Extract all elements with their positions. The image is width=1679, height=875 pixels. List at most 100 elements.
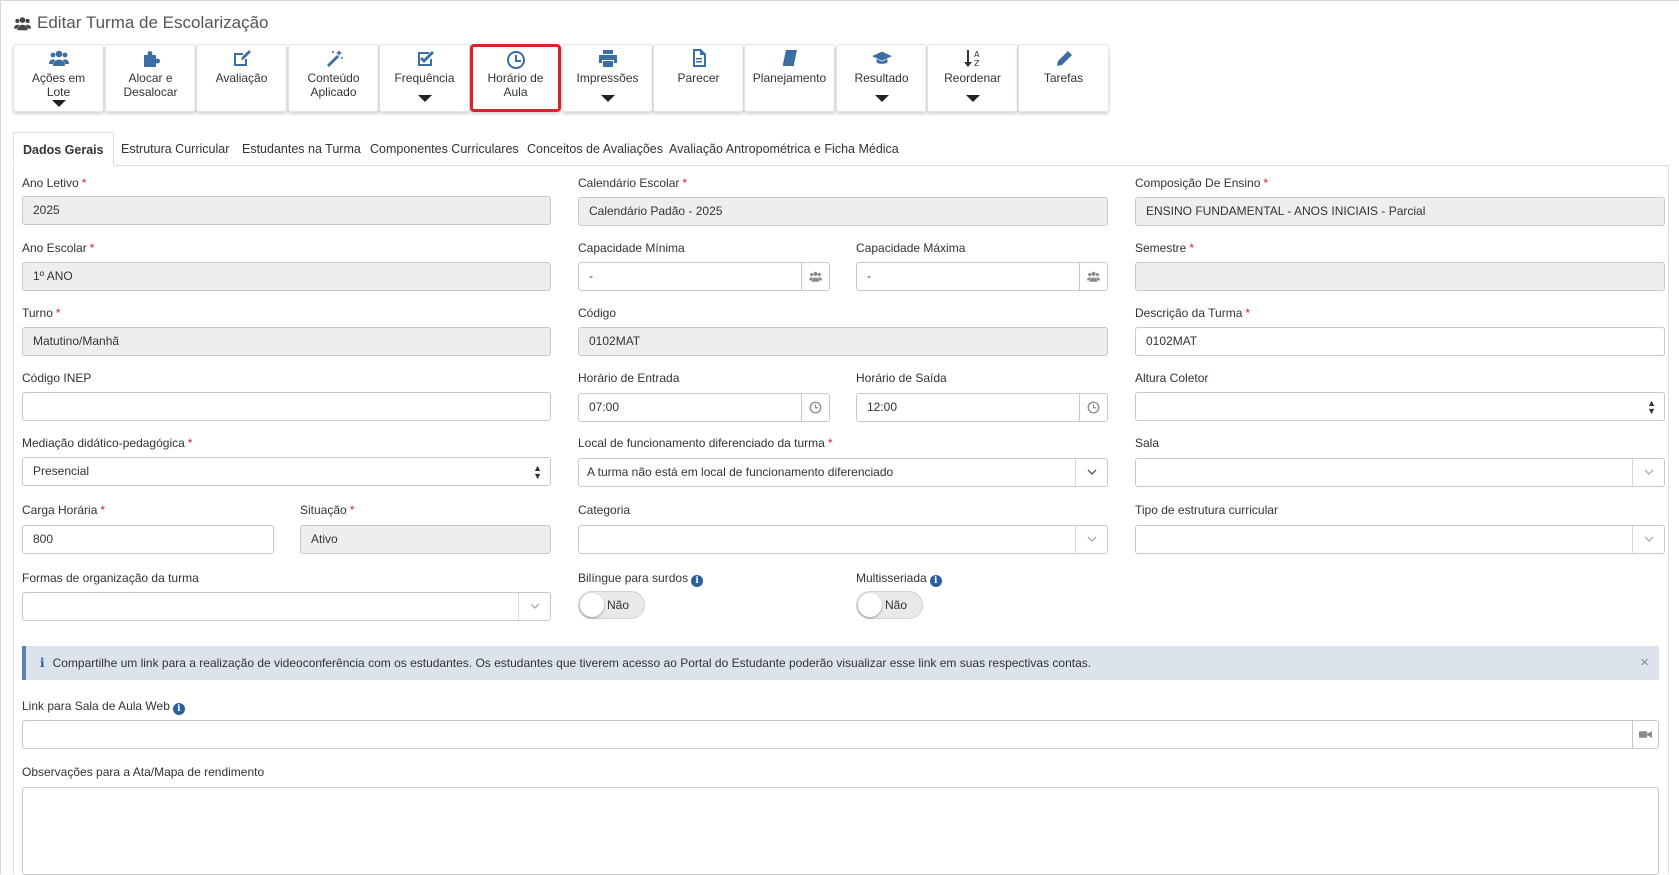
composicao-ensino-field[interactable]: ENSINO FUNDAMENTAL - ANOS INICIAIS - Par… bbox=[1135, 197, 1665, 226]
tab-componentes-curriculares[interactable]: Componentes Curriculares bbox=[361, 132, 528, 166]
bilingue-label: Bilíngue para surdos i bbox=[578, 571, 704, 587]
chevron-down-icon bbox=[1632, 459, 1664, 486]
tab-bar: Dados Gerais Estrutura Curricular Estuda… bbox=[13, 132, 1669, 166]
codigo-label: Código bbox=[578, 306, 617, 320]
horario-entrada-label: Horário de Entrada bbox=[578, 371, 680, 385]
conteudo-aplicado-button[interactable]: Conteúdo Aplicado bbox=[288, 44, 379, 112]
observacoes-textarea[interactable] bbox=[22, 787, 1659, 875]
local-funcionamento-select[interactable]: A turma não está em local de funcionamen… bbox=[578, 458, 1108, 487]
horario-entrada-value: 07:00 bbox=[589, 400, 620, 414]
link-sala-field[interactable] bbox=[22, 720, 1659, 749]
categoria-select[interactable] bbox=[578, 525, 1108, 554]
parecer-button[interactable]: Parecer bbox=[653, 44, 744, 112]
sala-select[interactable] bbox=[1135, 458, 1665, 487]
turno-label: Turno * bbox=[22, 306, 61, 320]
alert-text: Compartilhe um link para a realização de… bbox=[52, 656, 1092, 670]
horario-saida-label: Horário de Saída bbox=[856, 371, 947, 385]
acoes-em-lote-button[interactable]: Ações em Lote bbox=[13, 44, 104, 112]
tab-dados-gerais[interactable]: Dados Gerais bbox=[13, 132, 114, 166]
local-funcionamento-label: Local de funcionamento diferenciado da t… bbox=[578, 436, 833, 450]
horario-saida-field[interactable]: 12:00 bbox=[856, 393, 1108, 422]
info-icon[interactable]: i bbox=[929, 575, 942, 587]
codigo-inep-field[interactable] bbox=[22, 392, 551, 421]
ano-letivo-label: Ano Letivo * bbox=[22, 176, 87, 190]
puzzle-icon bbox=[143, 51, 160, 67]
tab-estrutura-curricular[interactable]: Estrutura Curricular bbox=[112, 132, 238, 166]
codigo-inep-label: Código INEP bbox=[22, 371, 92, 385]
capacidade-maxima-field[interactable]: - bbox=[856, 262, 1108, 291]
situacao-field[interactable]: Ativo bbox=[300, 525, 551, 554]
caret-down-icon bbox=[51, 100, 66, 107]
toggle-knob bbox=[580, 593, 604, 617]
formas-organizacao-label: Formas de organização da turma bbox=[22, 571, 199, 585]
bilingue-toggle-label: Não bbox=[607, 598, 630, 612]
carga-horaria-label: Carga Horária * bbox=[22, 503, 106, 517]
formas-organizacao-select[interactable] bbox=[22, 592, 551, 621]
categoria-label: Categoria bbox=[578, 503, 631, 517]
page-title-text: Editar Turma de Escolarização bbox=[37, 13, 269, 32]
resultado-button[interactable]: Resultado bbox=[836, 44, 927, 112]
descricao-turma-field[interactable]: 0102MAT bbox=[1135, 327, 1665, 356]
multisseriada-label: Multisseriada i bbox=[856, 571, 942, 587]
altura-coletor-label: Altura Coletor bbox=[1135, 371, 1209, 385]
semestre-label: Semestre * bbox=[1135, 241, 1195, 255]
bilingue-toggle[interactable]: Não bbox=[578, 591, 645, 619]
info-icon: i bbox=[40, 656, 45, 670]
button-label-line1: Avaliação bbox=[215, 71, 268, 85]
video-camera-icon bbox=[1632, 721, 1658, 748]
page-title: Editar Turma de Escolarização bbox=[14, 13, 269, 33]
button-label-line1: Horário de bbox=[487, 71, 544, 85]
horario-entrada-field[interactable]: 07:00 bbox=[578, 393, 830, 422]
svg-text:A: A bbox=[974, 50, 980, 59]
print-icon bbox=[598, 50, 617, 67]
magic-wand-icon bbox=[326, 50, 343, 67]
capacidade-maxima-value: - bbox=[867, 269, 871, 283]
users-icon bbox=[1079, 263, 1107, 290]
tipo-estrutura-select[interactable] bbox=[1135, 525, 1665, 554]
edit-icon bbox=[233, 50, 251, 66]
button-label-line2: Desalocar bbox=[123, 85, 178, 99]
button-label-line2: Aula bbox=[503, 85, 528, 99]
impressoes-button[interactable]: Impressões bbox=[562, 44, 653, 112]
altura-coletor-select[interactable]: ▲ ▼ bbox=[1135, 392, 1665, 421]
tab-avaliacao-antropometrica[interactable]: Avaliação Antropométrica e Ficha Médica bbox=[660, 132, 908, 166]
close-icon[interactable]: × bbox=[1640, 646, 1649, 680]
capacidade-minima-field[interactable]: - bbox=[578, 262, 830, 291]
multisseriada-toggle-label: Não bbox=[885, 598, 908, 612]
capacidade-minima-value: - bbox=[589, 269, 593, 283]
reordenar-button[interactable]: AZ Reordenar bbox=[927, 44, 1018, 112]
multisseriada-toggle[interactable]: Não bbox=[856, 591, 923, 619]
local-funcionamento-value: A turma não está em local de funcionamen… bbox=[587, 465, 894, 479]
frequencia-button[interactable]: Frequência bbox=[379, 44, 470, 112]
horario-de-aula-button[interactable]: Horário de Aula bbox=[470, 44, 561, 112]
users-icon bbox=[48, 50, 69, 66]
calendario-escolar-field[interactable]: Calendário Padão - 2025 bbox=[578, 197, 1108, 226]
sala-label: Sala bbox=[1135, 436, 1160, 450]
ano-escolar-label: Ano Escolar * bbox=[22, 241, 95, 255]
tipo-estrutura-label: Tipo de estrutura curricular bbox=[1135, 503, 1278, 517]
mediacao-select[interactable]: Presencial ▲ ▼ bbox=[22, 457, 551, 486]
ano-letivo-field[interactable]: 2025 bbox=[22, 196, 551, 225]
planejamento-button[interactable]: Planejamento bbox=[744, 44, 835, 112]
carga-horaria-field[interactable]: 800 bbox=[22, 525, 274, 554]
turno-field[interactable]: Matutino/Manhã bbox=[22, 327, 551, 356]
chevron-down-icon bbox=[518, 593, 550, 620]
tab-estudantes-na-turma[interactable]: Estudantes na Turma bbox=[233, 132, 370, 166]
avaliacao-button[interactable]: Avaliação bbox=[196, 44, 287, 112]
button-label-line2: Lote bbox=[46, 85, 71, 99]
composicao-ensino-label: Composição De Ensino * bbox=[1135, 176, 1269, 190]
button-label-line1: Conteúdo bbox=[307, 71, 360, 85]
horario-saida-value: 12:00 bbox=[867, 400, 898, 414]
alocar-desalocar-button[interactable]: Alocar e Desalocar bbox=[105, 44, 196, 112]
tab-conceitos-avaliacoes[interactable]: Conceitos de Avaliações bbox=[518, 132, 672, 166]
button-label-line1: Reordenar bbox=[944, 71, 1001, 85]
semestre-field[interactable] bbox=[1135, 262, 1665, 291]
info-icon[interactable]: i bbox=[172, 703, 185, 715]
codigo-field[interactable]: 0102MAT bbox=[578, 327, 1108, 356]
tarefas-button[interactable]: Tarefas bbox=[1018, 44, 1109, 112]
sort-alpha-icon: AZ bbox=[963, 50, 980, 67]
chevron-down-icon bbox=[1075, 526, 1107, 553]
info-icon[interactable]: i bbox=[691, 575, 704, 587]
ano-escolar-field[interactable]: 1º ANO bbox=[22, 262, 551, 291]
button-label-line1: Planejamento bbox=[752, 71, 827, 85]
